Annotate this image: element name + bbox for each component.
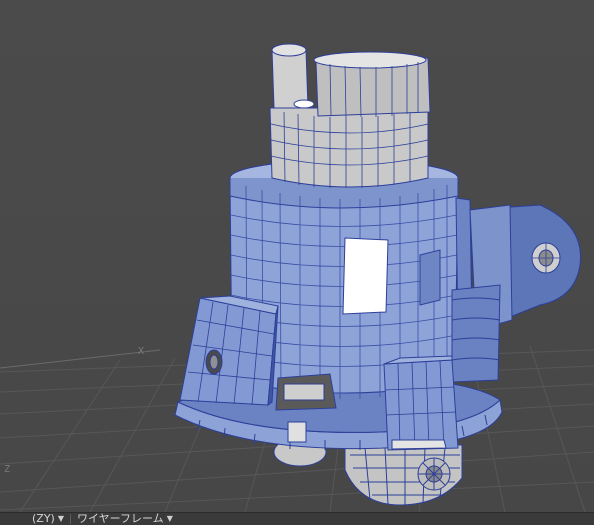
grid-axis-x xyxy=(0,349,161,369)
axis-label-x: X xyxy=(138,346,145,357)
display-mode-dropdown[interactable]: ワイヤーフレーム ▼ xyxy=(73,513,177,525)
display-mode-label: ワイヤーフレーム xyxy=(77,512,164,525)
model-side-arm xyxy=(451,197,581,383)
view-dropdown[interactable]: (ZY) ▼ xyxy=(28,513,68,525)
view-dropdown-label: (ZY) xyxy=(32,512,55,525)
model-front-left-block xyxy=(179,295,279,407)
axis-label-z: Z xyxy=(4,464,11,475)
triangle-down-icon: ▼ xyxy=(166,514,173,523)
model-top-cylinder xyxy=(269,43,431,188)
status-divider xyxy=(70,514,71,524)
model-front-right-block xyxy=(383,355,459,451)
viewport-status-bar: (ZY) ▼ ワイヤーフレーム ▼ xyxy=(0,512,594,525)
model-inner-opening xyxy=(275,373,337,411)
3d-viewport[interactable]: X Z xyxy=(0,0,594,512)
viewport-canvas[interactable] xyxy=(0,0,594,512)
triangle-down-icon: ▼ xyxy=(57,514,64,523)
